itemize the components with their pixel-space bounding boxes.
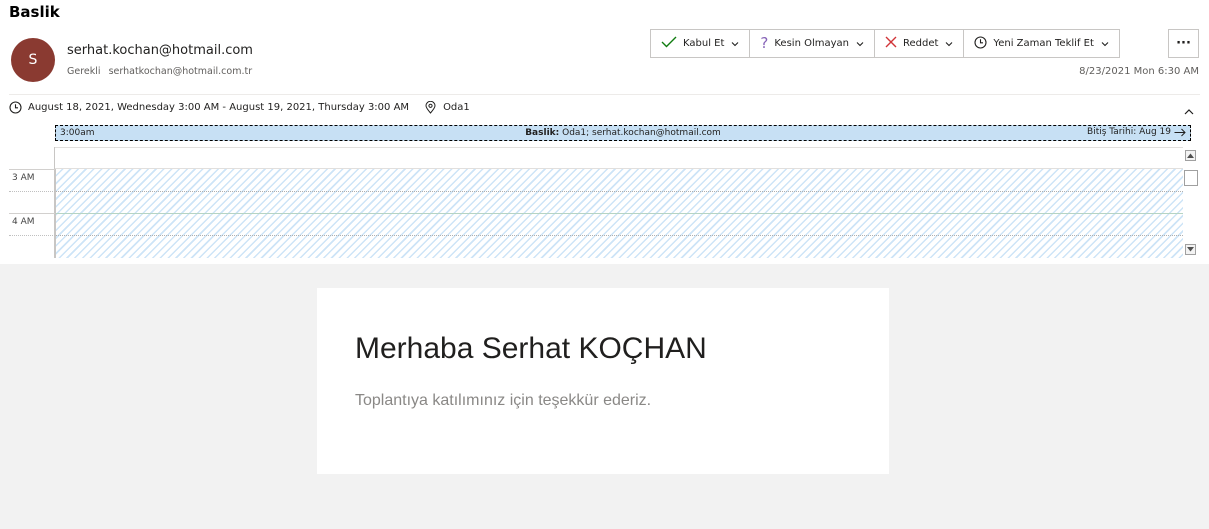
time-separator: [9, 191, 55, 192]
calendar-preview: 3:00am Baslik: Oda1; serhat.kochan@hotma…: [9, 125, 1199, 258]
response-toolbar: Kabul Et ? Kesin Olmayan Reddet Yeni Zam…: [650, 29, 1120, 58]
scroll-thumb[interactable]: [1184, 170, 1198, 186]
accept-label: Kabul Et: [683, 38, 725, 49]
check-icon: [661, 36, 677, 51]
arrow-down-icon: [1187, 247, 1194, 252]
sender-email[interactable]: serhat.kochan@hotmail.com: [67, 43, 253, 58]
x-icon: [885, 36, 897, 51]
propose-time-button[interactable]: Yeni Zaman Teklif Et: [964, 30, 1118, 57]
message-body: Merhaba Serhat KOÇHAN Toplantıya katılım…: [0, 264, 1209, 529]
chevron-up-icon[interactable]: [1183, 106, 1195, 118]
event-title-label: Baslik:: [525, 128, 560, 138]
calendar-event[interactable]: 3:00am Baslik: Oda1; serhat.kochan@hotma…: [55, 125, 1191, 141]
meeting-info: August 18, 2021, Wednesday 3:00 AM - Aug…: [9, 101, 470, 114]
arrow-right-icon: [1174, 128, 1186, 136]
chevron-down-icon: [946, 41, 953, 46]
grid-line: [56, 235, 1183, 236]
event-details: Oda1; serhat.kochan@hotmail.com: [562, 128, 721, 138]
sender-avatar[interactable]: S: [11, 38, 55, 82]
event-end-date: Bitiş Tarihi: Aug 19: [1087, 127, 1171, 137]
grid-line: [56, 191, 1183, 192]
time-separator: [9, 213, 55, 214]
time-column: 3 AM 4 AM: [9, 147, 55, 258]
calendar-busy-grid[interactable]: [55, 169, 1183, 258]
chevron-down-icon: [1101, 41, 1109, 46]
more-options-button[interactable]: ···: [1168, 29, 1199, 58]
thanks-text: Toplantıya katılımınız için teşekkür ede…: [355, 392, 652, 409]
scroll-up-button[interactable]: [1185, 150, 1196, 161]
propose-label: Yeni Zaman Teklif Et: [993, 38, 1094, 49]
event-summary: Baslik: Oda1; serhat.kochan@hotmail.com: [56, 128, 1190, 138]
message-subject: Baslik: [9, 3, 60, 21]
received-date: 8/23/2021 Mon 6:30 AM: [1079, 66, 1199, 77]
required-attendees: Gerekli serhatkochan@hotmail.com.tr: [67, 66, 252, 77]
time-separator: [9, 235, 55, 236]
clock-icon: [974, 35, 987, 52]
scroll-down-button[interactable]: [1185, 244, 1196, 255]
required-attendee[interactable]: serhatkochan@hotmail.com.tr: [109, 66, 253, 77]
time-label-4am: 4 AM: [12, 217, 35, 227]
meeting-time-range: August 18, 2021, Wednesday 3:00 AM - Aug…: [28, 102, 410, 113]
greeting-heading: Merhaba Serhat KOÇHAN: [355, 332, 707, 365]
decline-button[interactable]: Reddet: [875, 30, 965, 57]
arrow-up-icon: [1187, 153, 1194, 158]
calendar-slot-empty[interactable]: [55, 147, 1183, 169]
decline-label: Reddet: [903, 38, 939, 49]
tentative-button[interactable]: ? Kesin Olmayan: [750, 30, 875, 57]
required-label: Gerekli: [67, 66, 101, 77]
message-card: Merhaba Serhat KOÇHAN Toplantıya katılım…: [317, 288, 889, 474]
accept-button[interactable]: Kabul Et: [651, 30, 751, 57]
grid-line: [56, 213, 1183, 214]
calendar-scrollbar[interactable]: [1183, 147, 1199, 258]
avatar-initial: S: [28, 52, 38, 68]
map-pin-icon: [425, 101, 436, 114]
chevron-down-icon: [732, 41, 739, 46]
header-divider: [9, 94, 1200, 95]
time-label-3am: 3 AM: [12, 173, 35, 183]
chevron-down-icon: [856, 41, 864, 46]
event-end: Bitiş Tarihi: Aug 19: [1087, 127, 1186, 137]
tentative-label: Kesin Olmayan: [774, 38, 849, 49]
question-icon: ?: [760, 34, 769, 52]
meeting-location[interactable]: Oda1: [443, 102, 470, 113]
time-separator: [9, 169, 55, 170]
clock-icon: [9, 101, 22, 114]
